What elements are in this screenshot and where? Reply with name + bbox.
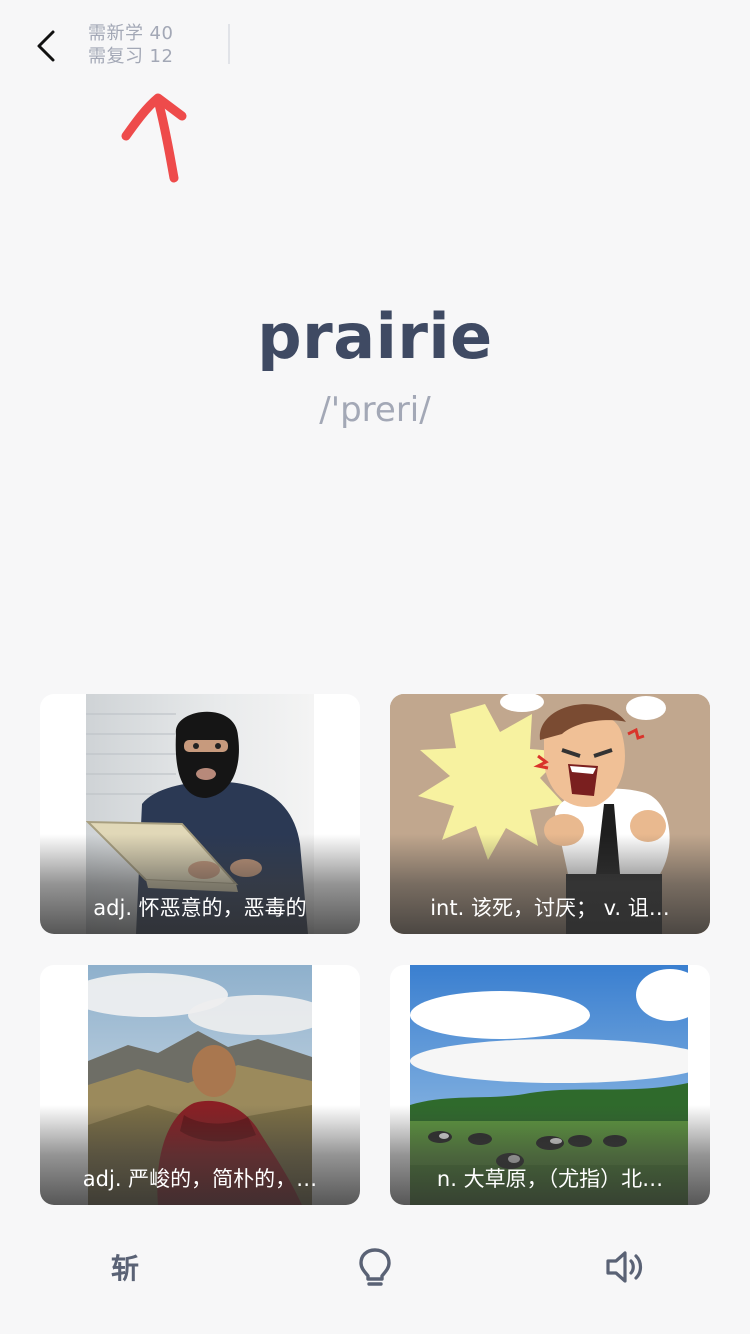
chevron-left-icon — [37, 30, 55, 62]
chop-button[interactable]: 斩 — [100, 1242, 150, 1292]
audio-button[interactable] — [600, 1242, 650, 1292]
option-card-2[interactable]: int. 该死，讨厌； v. 诅… — [390, 694, 710, 934]
option-label: n. 大草原，（尤指）北… — [436, 1167, 664, 1191]
option-card-3[interactable]: adj. 严峻的，简朴的，… — [40, 965, 360, 1205]
option-label: adj. 严峻的，简朴的，… — [82, 1167, 318, 1191]
review-words-count: 需复习 12 — [88, 46, 174, 67]
speaker-icon — [606, 1251, 643, 1283]
chop-label: 斩 — [110, 1252, 139, 1285]
header-divider — [228, 24, 230, 64]
option-label: int. 该死，讨厌； v. 诅… — [430, 896, 670, 920]
red-arrow-annotation — [121, 93, 187, 183]
progress-counts: 需新学 40 需复习 12 — [88, 22, 173, 68]
vocabulary-word: prairie — [257, 300, 493, 373]
hint-button[interactable] — [350, 1242, 400, 1292]
lightbulb-icon — [359, 1248, 391, 1286]
option-card-4[interactable]: n. 大草原，（尤指）北… — [390, 965, 710, 1205]
new-words-count: 需新学 40 — [88, 23, 174, 44]
back-button[interactable] — [26, 26, 66, 66]
option-label: adj. 怀恶意的，恶毒的 — [93, 896, 307, 920]
phonetic-transcription[interactable]: /'preri/ — [0, 390, 750, 430]
option-card-1[interactable]: adj. 怀恶意的，恶毒的 — [40, 694, 360, 934]
